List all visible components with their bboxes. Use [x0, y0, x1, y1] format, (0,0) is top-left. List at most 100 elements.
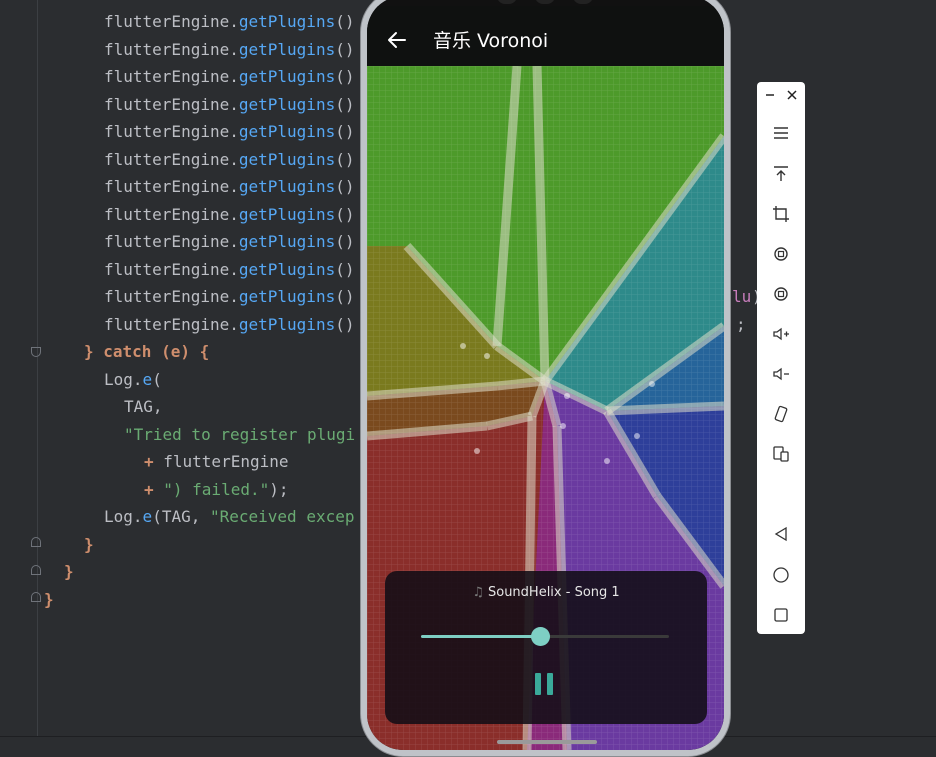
code-object: flutterEngine	[104, 177, 230, 196]
code-token: }	[84, 534, 94, 554]
code-token: }	[64, 562, 74, 581]
code-token: e	[142, 369, 153, 389]
code-paren: ()	[335, 259, 355, 279]
gesture-bar[interactable]	[497, 740, 597, 744]
menu-button[interactable]	[769, 121, 793, 145]
fold-marker[interactable]	[31, 537, 41, 547]
code-token: );	[269, 479, 289, 499]
sparkle	[604, 458, 610, 464]
code-dot: .	[132, 369, 143, 389]
code-token: Log	[104, 369, 133, 389]
code-method: getPlugins	[238, 287, 336, 306]
shake-button[interactable]	[769, 402, 793, 426]
code-method: getPlugins	[238, 39, 336, 59]
code-paren: ()	[335, 177, 355, 196]
code-fragment: lu	[732, 287, 752, 306]
crop-icon	[773, 206, 789, 222]
code-line: + flutterEngine	[144, 448, 289, 475]
home-nav-button[interactable]	[769, 563, 793, 587]
crop-button[interactable]	[769, 202, 793, 226]
close-icon[interactable]	[785, 88, 799, 102]
code-paren: ()	[335, 122, 355, 141]
code-token: (TAG,	[152, 507, 210, 526]
pause-button[interactable]	[535, 673, 555, 695]
fold-marker[interactable]	[31, 347, 41, 357]
progress-thumb[interactable]	[531, 627, 551, 646]
code-paren: ()	[335, 287, 355, 306]
sparkle	[564, 393, 570, 399]
volume-down-button[interactable]	[769, 362, 793, 386]
upload-button[interactable]	[769, 162, 793, 186]
arrow-left-icon[interactable]	[385, 28, 409, 52]
code-token: Log	[104, 507, 133, 526]
code-method: getPlugins	[238, 149, 336, 169]
code-dot: .	[229, 204, 239, 224]
back-nav-button[interactable]	[769, 522, 793, 546]
volume-down-icon	[773, 367, 789, 381]
code-fragment: ;	[736, 314, 746, 334]
menu-icon	[774, 127, 788, 139]
sparkle	[560, 423, 566, 429]
code-object: flutterEngine	[104, 67, 230, 86]
overview-nav-button[interactable]	[769, 603, 793, 627]
code-line: }	[64, 558, 74, 585]
code-method: getPlugins	[238, 232, 336, 251]
code-line: Log.e(TAG, "Received excep	[104, 503, 354, 530]
code-object: flutterEngine	[104, 232, 230, 251]
code-line: flutterEngine.getPlugins()	[104, 256, 354, 283]
code-token: (e) {	[151, 342, 210, 361]
pause-icon	[547, 673, 553, 695]
overview-nav-icon	[774, 608, 788, 622]
code-line: flutterEngine.getPlugins()	[104, 91, 354, 118]
code-method: getPlugins	[238, 94, 336, 114]
app-bar: 音乐 Voronoi	[367, 6, 724, 66]
code-paren: ()	[335, 12, 355, 31]
upload-icon	[774, 166, 788, 181]
rotate-right-button[interactable]	[769, 282, 793, 306]
fold-marker[interactable]	[31, 592, 41, 602]
camera-cutout	[573, 0, 593, 4]
sparkle	[649, 381, 655, 387]
code-dot: .	[229, 12, 239, 31]
code-paren: ()	[335, 149, 355, 169]
fold-marker[interactable]	[31, 565, 41, 575]
device-swap-button[interactable]	[769, 442, 793, 466]
rotate-left-button[interactable]	[769, 242, 793, 266]
code-paren: ()	[335, 204, 355, 224]
code-dot: .	[132, 507, 143, 526]
code-method: getPlugins	[238, 204, 336, 224]
code-dot: .	[229, 39, 239, 59]
music-player-card: ♫ SoundHelix - Song 1	[385, 571, 707, 724]
code-token: }	[44, 589, 54, 609]
song-title: SoundHelix - Song 1	[487, 585, 620, 600]
page-title: 音乐 Voronoi	[433, 30, 549, 52]
back-nav-icon	[774, 526, 787, 542]
code-object: flutterEngine	[104, 314, 230, 334]
code-object: flutterEngine	[104, 39, 230, 59]
string-literal: "Tried to register plugi	[124, 424, 356, 444]
code-object: flutterEngine	[104, 259, 230, 279]
volume-up-button[interactable]	[769, 322, 793, 346]
home-nav-icon	[773, 567, 789, 583]
code-line: } catch (e) {	[84, 338, 209, 365]
rotate-left-icon	[774, 247, 788, 261]
minimize-icon[interactable]	[763, 88, 777, 102]
sparkle	[460, 343, 466, 349]
code-object: flutterEngine	[104, 122, 230, 141]
gutter-divider	[37, 0, 38, 736]
sparkle	[484, 353, 490, 359]
code-line: flutterEngine.getPlugins()	[104, 118, 354, 145]
code-method: getPlugins	[238, 177, 336, 196]
code-paren: ()	[335, 94, 355, 114]
code-dot: .	[229, 122, 239, 141]
code-line: Log.e(	[104, 366, 162, 393]
code-line: }	[84, 531, 94, 558]
camera-cutout	[497, 0, 517, 4]
song-info: ♫ SoundHelix - Song 1	[385, 585, 707, 600]
code-method: getPlugins	[238, 67, 336, 86]
code-line: flutterEngine.getPlugins()	[104, 173, 354, 200]
phone-screen[interactable]: 音乐 Voronoi ♫ SoundHelix - Song 1	[367, 0, 724, 750]
code-line: flutterEngine.getPlugins()	[104, 283, 354, 310]
code-token: +	[144, 452, 164, 471]
code-object: flutterEngine	[104, 287, 230, 306]
